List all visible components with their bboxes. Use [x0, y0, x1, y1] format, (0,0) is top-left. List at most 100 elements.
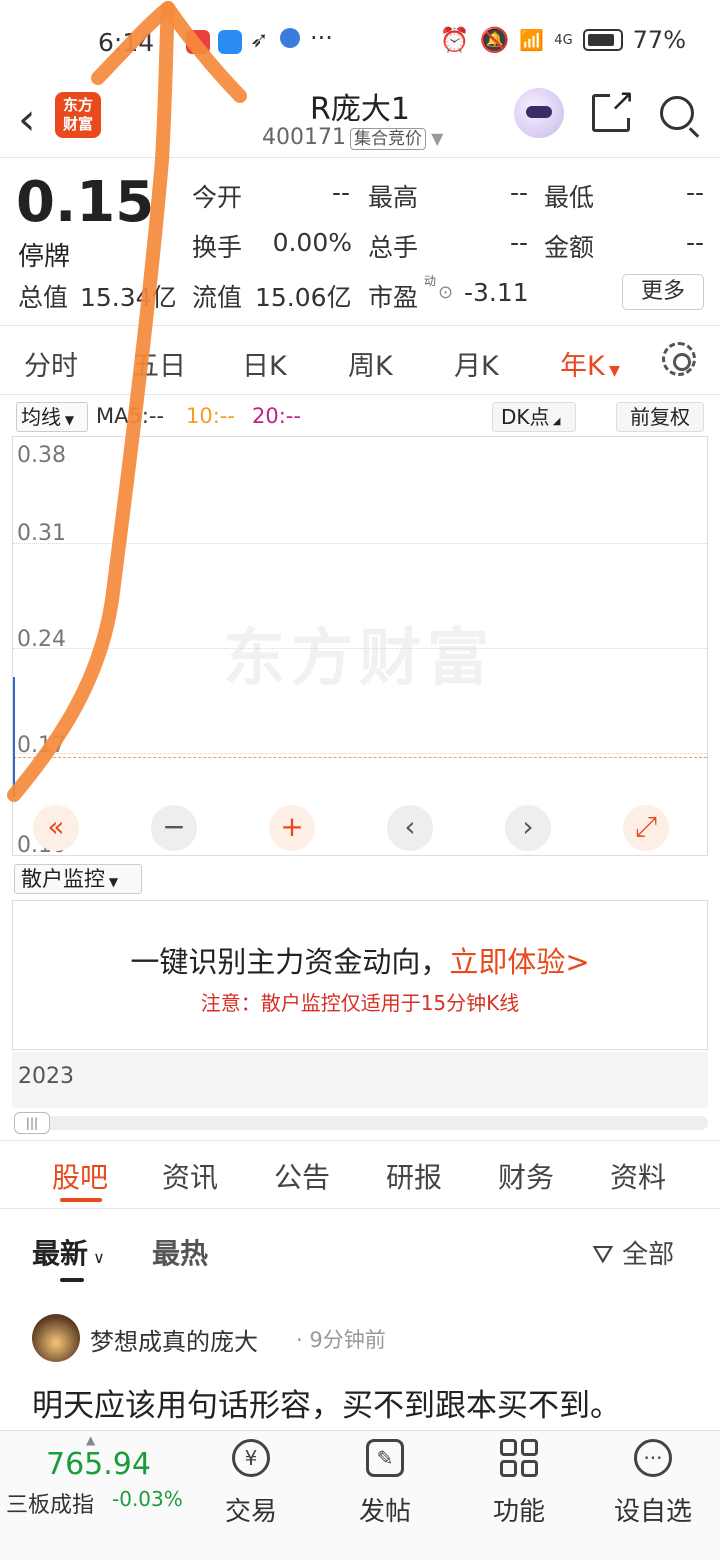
monitor-note: 注意：散户监控仅适用于15分钟K线 [200, 991, 520, 1015]
info-icon[interactable]: ⊙ [438, 282, 453, 303]
index-value[interactable]: 765.94 [46, 1447, 151, 1482]
dk-point-button[interactable]: DK点 ◢ [492, 402, 576, 432]
filter-button[interactable]: ⛛ 全部 [592, 1234, 674, 1271]
edit-icon: ✎ [366, 1439, 404, 1477]
scroll-to-start-button[interactable]: « [33, 805, 79, 851]
y-tick-label: 0.17 [17, 733, 66, 758]
stock-code-line[interactable]: 400171 集合竞价 ▼ [262, 124, 443, 150]
timeline-strip: 2023 [12, 1052, 708, 1108]
filter-icon: ⛛ [592, 1240, 623, 1270]
gridline [13, 753, 707, 754]
search-icon[interactable] [660, 96, 694, 130]
stock-code: 400171 [262, 125, 346, 150]
tab-daily-k[interactable]: 日K [242, 344, 287, 383]
nav-functions[interactable]: 功能 [474, 1439, 564, 1528]
sort-latest[interactable]: 最新 ∨ [32, 1232, 105, 1272]
tab-five-day[interactable]: 五日 [132, 344, 186, 383]
float-label: 流值 [192, 283, 243, 312]
retail-monitor-panel: 一键识别主力资金动向，立即体验> 注意：散户监控仅适用于15分钟K线 [12, 900, 708, 1050]
tab-news[interactable]: 资讯 [162, 1156, 218, 1196]
tab-monthly-k[interactable]: 月K [454, 344, 499, 383]
pan-right-button[interactable]: › [505, 805, 551, 851]
gridline [13, 543, 707, 544]
ma5-readout: MA5:-- [96, 404, 165, 428]
zoom-in-button[interactable]: + [269, 805, 315, 851]
monitor-promo: 一键识别主力资金动向，立即体验> [130, 945, 590, 979]
tab-financials[interactable]: 财务 [498, 1156, 554, 1196]
tab-announcements[interactable]: 公告 [274, 1156, 330, 1196]
try-now-link[interactable]: 立即体验> [449, 945, 589, 979]
high-label: 最高 [368, 183, 419, 212]
pe-label: 市盈 [368, 283, 419, 312]
battery-percent: 77% [632, 26, 686, 54]
post-time: · 9分钟前 [296, 1328, 386, 1352]
pe-value: -3.11 [464, 278, 529, 307]
volume-label: 总手 [368, 233, 419, 262]
turnover-value: 0.00% [272, 228, 352, 257]
auction-tag: 集合竞价 [349, 128, 426, 150]
status-bar: 6:14 ➶ ··· ⏰ 🔕 📶 4G 77% [0, 0, 720, 84]
active-tab-indicator [60, 1198, 102, 1202]
amount-label: 金额 [544, 233, 595, 262]
tab-intraday[interactable]: 分时 [24, 344, 78, 383]
more-button[interactable]: 更多 [622, 274, 704, 310]
caret-down-icon: ▼ [604, 363, 620, 379]
share-icon[interactable] [592, 83, 635, 132]
divider [0, 325, 720, 326]
watermark: 东方财富 [223, 621, 496, 694]
fullscreen-button[interactable]: ⤢ [623, 805, 669, 851]
yen-exchange-icon: ¥ [232, 1439, 270, 1477]
volume-value: -- [509, 228, 528, 257]
nav-trade[interactable]: ¥ 交易 [206, 1439, 296, 1528]
status-time: 6:14 [98, 28, 155, 57]
timeline-scrollbar[interactable] [14, 1116, 708, 1130]
more-notifications-icon: ··· [310, 24, 333, 52]
zoom-out-button[interactable]: − [151, 805, 197, 851]
divider [0, 1140, 720, 1141]
ai-assistant-icon[interactable] [514, 88, 564, 138]
corner-caret-icon: ◢ [549, 416, 561, 427]
caret-up-icon: ▲ [86, 1433, 96, 1447]
last-price-line [13, 757, 707, 758]
low-value: -- [685, 178, 704, 207]
globe-icon [280, 28, 300, 48]
tab-forum[interactable]: 股吧 [52, 1156, 108, 1196]
tab-profile[interactable]: 资料 [610, 1156, 666, 1196]
more-dots-icon: ··· [634, 1439, 672, 1477]
mktcap-label: 总值 [18, 283, 69, 312]
ma20-readout: 20:-- [252, 404, 301, 428]
ma10-readout: 10:-- [186, 404, 235, 428]
post-content[interactable]: 明天应该用句话形容，买不到跟本买不到。 [32, 1380, 621, 1425]
tab-weekly-k[interactable]: 周K [348, 344, 393, 383]
divider [0, 394, 720, 395]
gridline [13, 648, 707, 649]
indicator-dropdown[interactable]: 均线 ▼ [16, 402, 88, 432]
retail-monitor-dropdown[interactable]: 散户监控 ▼ [14, 864, 142, 894]
nav-post[interactable]: ✎ 发帖 [340, 1439, 430, 1528]
nav-add-watchlist[interactable]: ··· 设自选 [608, 1439, 698, 1528]
sort-indicator [60, 1278, 84, 1282]
app-notification-icon [186, 30, 210, 54]
sort-hot[interactable]: 最热 [152, 1232, 208, 1272]
y-tick-label: 0.31 [17, 521, 66, 546]
index-change: -0.03% [112, 1487, 183, 1511]
weather-notification-icon [218, 30, 242, 54]
scroll-handle[interactable]: ||| [14, 1112, 50, 1134]
low-label: 最低 [544, 183, 595, 212]
year-label: 2023 [18, 1064, 74, 1089]
avatar[interactable] [32, 1314, 80, 1362]
post-username[interactable]: 梦想成真的庞大 [90, 1322, 258, 1357]
pan-left-button[interactable]: ‹ [387, 805, 433, 851]
gear-icon[interactable] [662, 342, 696, 376]
price-candle [13, 677, 15, 797]
tab-yearly-k[interactable]: 年K ▼ [560, 344, 620, 383]
tab-research[interactable]: 研报 [386, 1156, 442, 1196]
index-name[interactable]: 三板成指 [6, 1487, 94, 1519]
mktcap-value: 15.34亿 [80, 283, 177, 312]
current-price: 0.15 [16, 170, 155, 235]
stock-header: ‹ 东方 财富 R庞大1 400171 集合竞价 ▼ [0, 83, 720, 158]
adjust-button[interactable]: 前复权 [616, 402, 704, 432]
battery-icon [582, 29, 623, 51]
kline-chart[interactable]: 东方财富 0.38 0.31 0.24 0.17 0.10 « − + ‹ › … [12, 436, 708, 858]
network-label: 4G [554, 32, 573, 48]
